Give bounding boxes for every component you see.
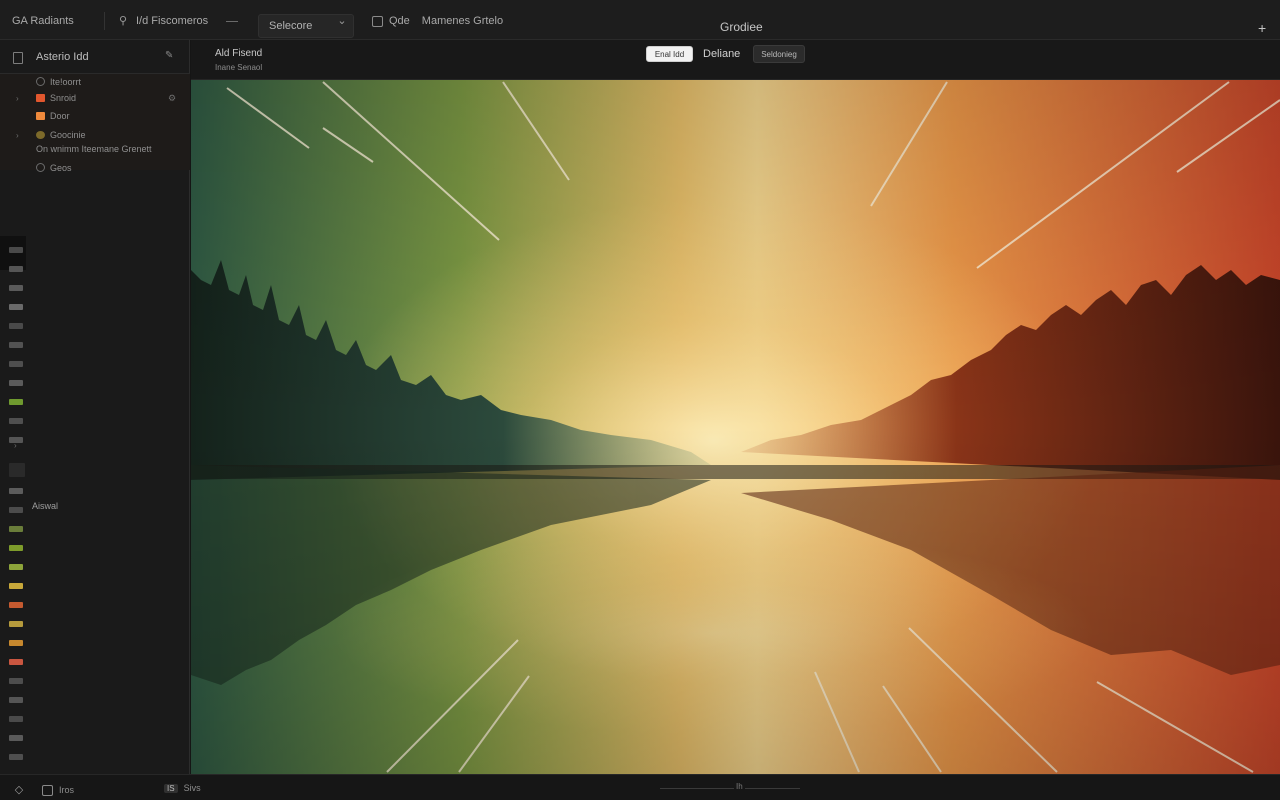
frame-icon (372, 15, 383, 27)
zoom-slider-track[interactable] (660, 788, 800, 789)
color-swatch[interactable] (9, 602, 23, 608)
color-swatch[interactable] (9, 716, 23, 722)
color-swatch[interactable] (9, 526, 23, 532)
color-swatch[interactable] (9, 545, 23, 551)
active-mode-button[interactable]: Enal Idd (646, 46, 693, 62)
sidebar-item[interactable]: › Snroid ⚙ (0, 90, 190, 106)
search-icon: ⚲ (118, 14, 128, 27)
sidebar-item-label: Ite!oorrt (50, 77, 82, 87)
sidebar-title: Asterio Idd (36, 51, 89, 63)
color-swatch[interactable] (9, 323, 23, 329)
color-swatch[interactable] (9, 266, 23, 272)
chevron-right-icon[interactable]: › (16, 94, 19, 103)
color-swatch[interactable] (9, 361, 23, 367)
tool-label: I/d Fiscomeros (136, 15, 209, 27)
collapse-icon[interactable]: › (14, 441, 17, 450)
selection-label: Selecore (269, 20, 313, 32)
sidebar-item-label: Door (50, 111, 70, 121)
swatch-strip-header (0, 236, 26, 270)
swatch-group-toggle[interactable] (9, 463, 25, 477)
pin-icon[interactable]: ✎ (165, 50, 173, 61)
status-left-label: Iros (59, 785, 75, 795)
document-icon (13, 52, 23, 64)
status-left[interactable]: ◇ Iros (12, 783, 74, 797)
image-canvas[interactable] (191, 80, 1280, 774)
mode-label[interactable]: Deliane (703, 48, 740, 60)
status-badge-group[interactable]: IS Sivs (164, 783, 201, 793)
app-label: GA Radiants (12, 15, 74, 27)
zoom-label: Ih (734, 782, 745, 791)
sidebar-item-label: On wnimm Iteemane Grenett (36, 144, 152, 154)
color-swatch[interactable] (9, 488, 23, 494)
color-swatch[interactable] (9, 697, 23, 703)
minus-icon (226, 20, 239, 22)
toolbar-divider (104, 12, 105, 30)
sidebar-item[interactable]: Geos (0, 160, 190, 176)
color-swatch[interactable] (9, 659, 23, 665)
view-menu[interactable]: Qde Mamenes Grtelo (372, 13, 503, 29)
color-swatch[interactable] (9, 418, 23, 424)
tool-menu[interactable]: ⚲ I/d Fiscomeros (116, 13, 239, 29)
color-swatch[interactable] (9, 640, 23, 646)
layers-sidebar: Asterio Idd ✎ Ite!oorrt › Snroid ⚙ Door … (0, 40, 190, 774)
top-toolbar: GA Radiants ⚲ I/d Fiscomeros Selecore ⌄ … (0, 0, 1280, 40)
color-swatch[interactable] (9, 564, 23, 570)
sidebar-item[interactable]: On wnimm Iteemane Grenett (0, 141, 190, 157)
sidebar-item-label: Geos (50, 163, 72, 173)
chevron-down-icon[interactable]: ⌄ (335, 14, 349, 28)
visibility-icon[interactable] (36, 163, 45, 172)
swatch-strip-label: Aiswal (32, 501, 59, 511)
canvas-title: Ald Fisend (215, 48, 263, 59)
status-badge: IS (164, 783, 178, 793)
sidebar-item-label: Goocinie (50, 130, 86, 140)
sidebar-header: Asterio Idd ✎ (0, 40, 190, 74)
plus-icon[interactable]: + (1258, 20, 1266, 36)
color-swatch[interactable] (9, 678, 23, 684)
color-swatch[interactable] (9, 247, 23, 253)
chevron-right-icon[interactable]: › (16, 131, 19, 140)
layers-icon: ◇ (14, 783, 24, 796)
canvas-toolbar: Ald Fisend Inane Senaol Enal Idd Deliane… (191, 40, 1280, 80)
sidebar-item-label: Snroid (50, 93, 77, 103)
color-swatch[interactable] (9, 583, 23, 589)
secondary-mode-button[interactable]: Seldonieg (753, 45, 805, 63)
color-swatch[interactable] (9, 507, 23, 513)
color-swatch[interactable] (9, 754, 23, 760)
settings-icon[interactable]: ⚙ (168, 93, 176, 104)
window-title: Grodiee (720, 20, 763, 34)
color-swatch[interactable] (9, 380, 23, 386)
app-menu[interactable]: GA Radiants (12, 13, 74, 29)
canvas-subtitle: Inane Senaol (215, 63, 263, 72)
color-swatch (36, 94, 45, 102)
color-swatch[interactable] (9, 399, 23, 405)
forest-lake-image (191, 80, 1280, 774)
color-swatch (36, 131, 45, 139)
color-swatch[interactable] (9, 735, 23, 741)
visibility-icon[interactable] (36, 77, 45, 86)
color-swatch (36, 112, 45, 120)
status-badge-label: Sivs (183, 783, 201, 793)
view-name: Mamenes Grtelo (421, 15, 504, 27)
view-label: Qde (389, 15, 410, 27)
color-swatch[interactable] (9, 621, 23, 627)
sidebar-item[interactable]: Door (0, 108, 190, 124)
status-bar: ◇ Iros IS Sivs Ih (0, 774, 1280, 800)
color-swatch[interactable] (9, 304, 23, 310)
color-swatch[interactable] (9, 285, 23, 291)
color-swatch[interactable] (9, 342, 23, 348)
sidebar-item[interactable]: Ite!oorrt (0, 74, 190, 90)
checkbox-icon[interactable] (42, 784, 53, 796)
